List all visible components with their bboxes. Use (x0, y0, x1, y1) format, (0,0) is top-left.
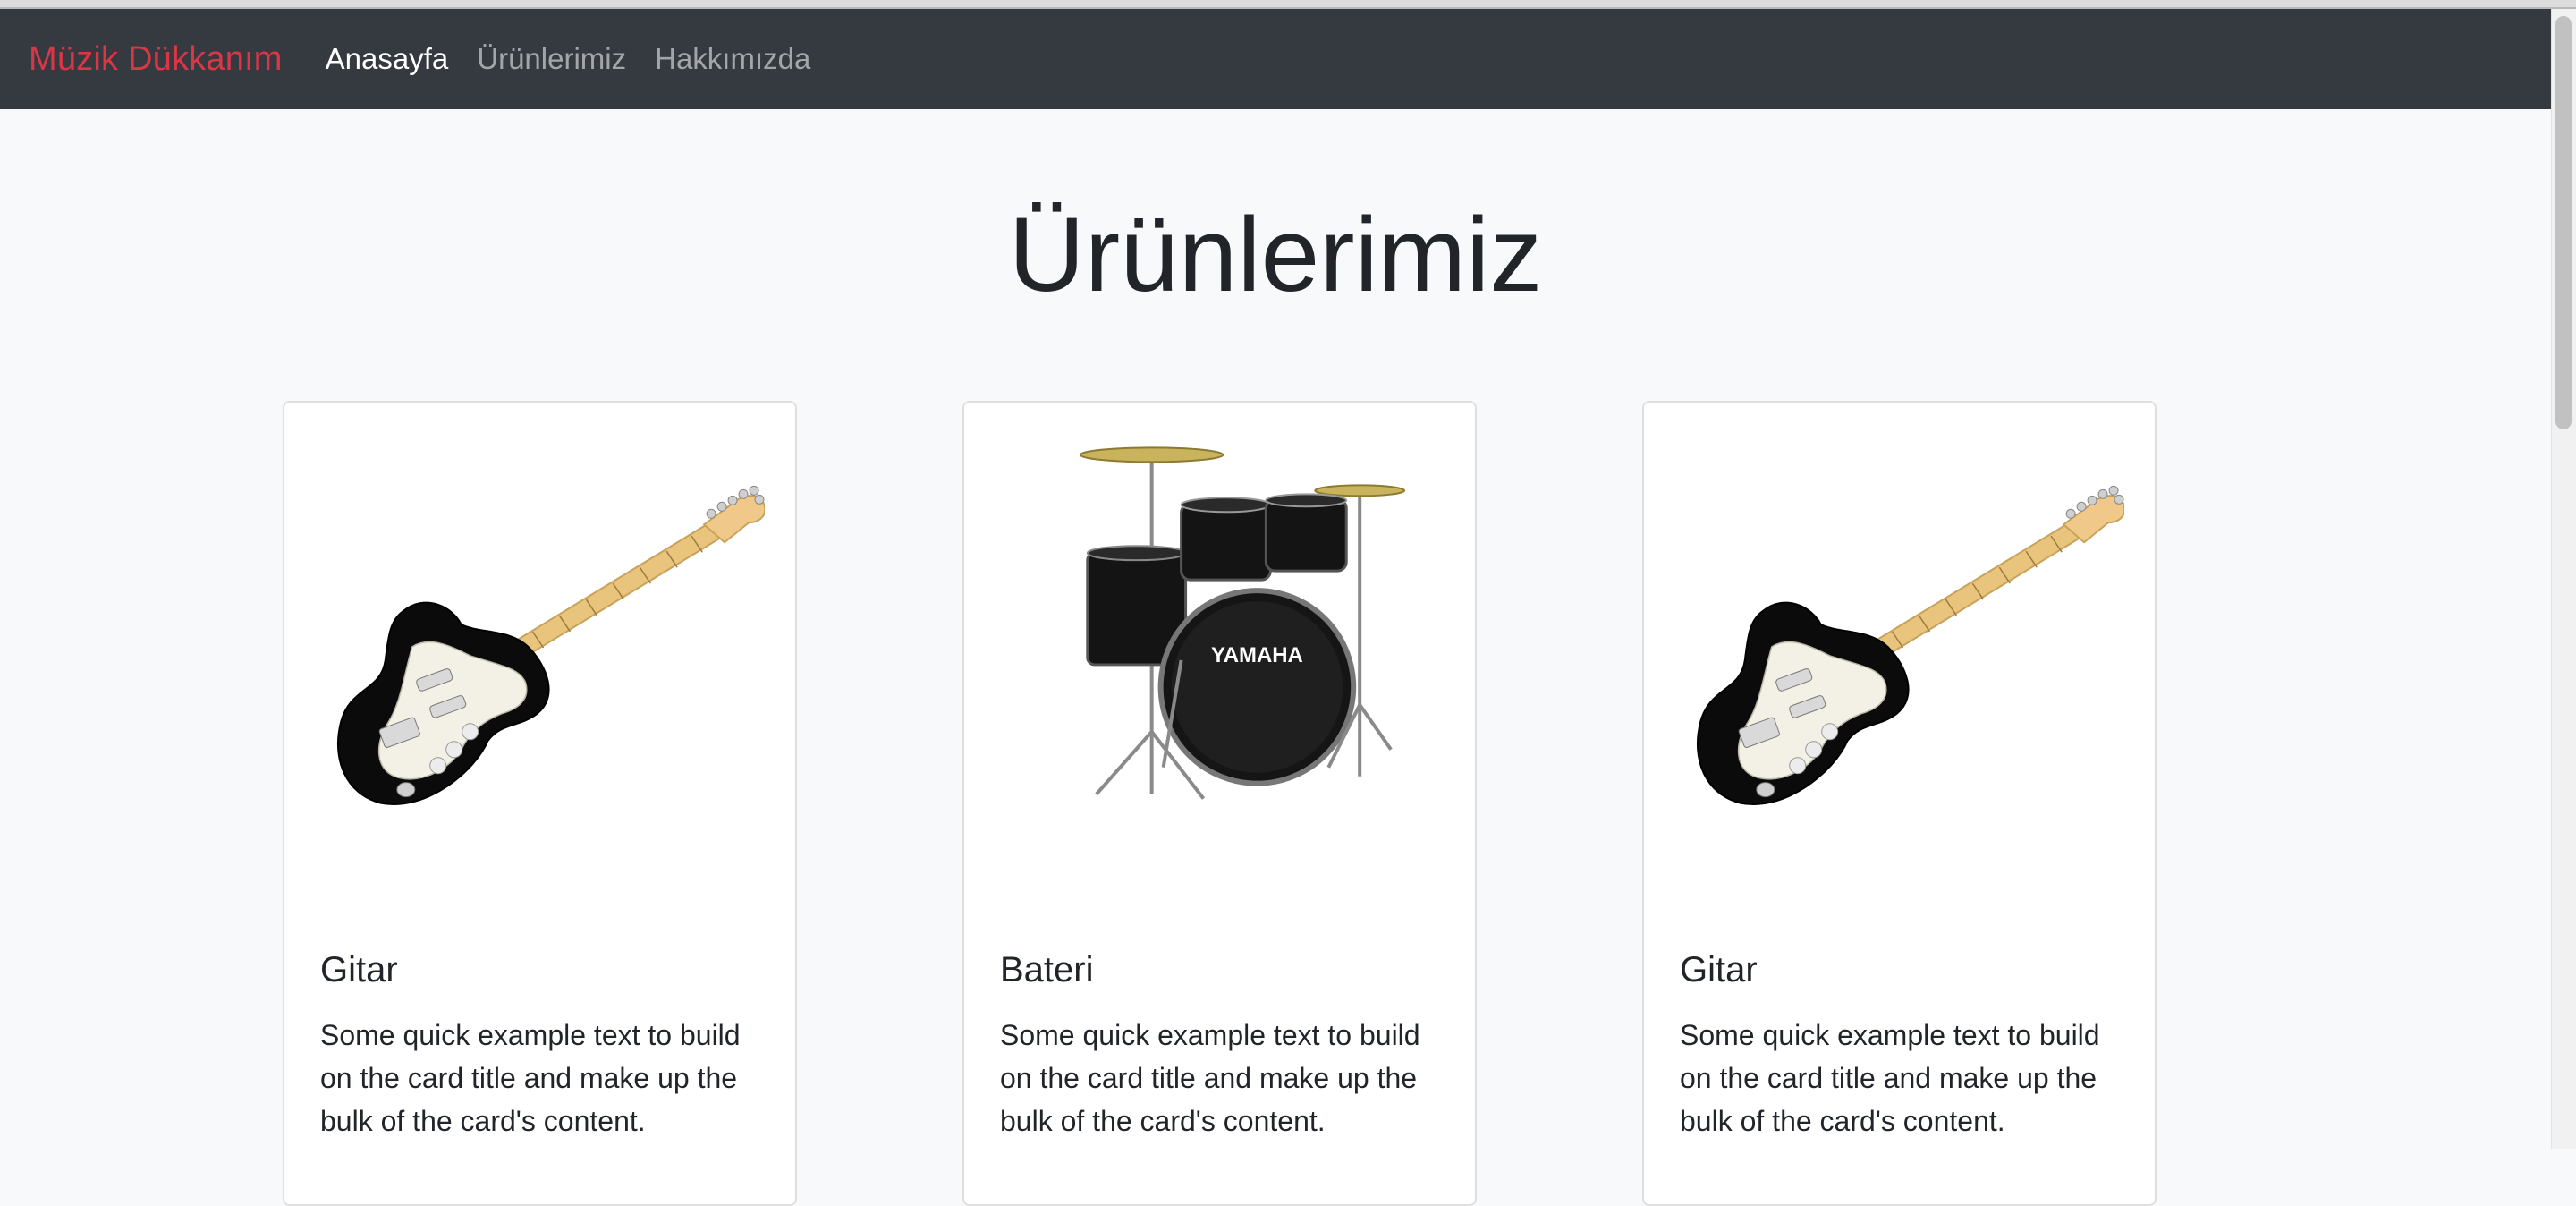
page-title: Ürünlerimiz (1008, 196, 1543, 314)
card-body: Gitar Some quick example text to build o… (1680, 948, 2131, 1142)
electric-guitar-image (1697, 485, 2124, 805)
brand-link[interactable]: Müzik Dükkanım (29, 40, 283, 79)
nav-link-anasayfa[interactable]: Anasayfa (326, 42, 449, 76)
product-card: Gitar Some quick example text to build o… (1642, 401, 2157, 1206)
card-text: Some quick example text to build on the … (320, 1019, 741, 1137)
product-card: Gitar Some quick example text to build o… (283, 401, 797, 1206)
card-body: Gitar Some quick example text to build o… (320, 948, 772, 1142)
product-card: YAMAHA Bateri Some quick example text to… (962, 401, 1477, 1206)
scrollbar-thumb[interactable] (2555, 16, 2572, 429)
browser-top-strip (0, 0, 2576, 9)
svg-text:YAMAHA: YAMAHA (1211, 643, 1303, 667)
card-text: Some quick example text to build on the … (1680, 1019, 2100, 1137)
card-text: Some quick example text to build on the … (1000, 1019, 1420, 1137)
drum-kit-image: YAMAHA (1079, 446, 1406, 800)
card-title: Bateri (1000, 950, 1094, 989)
card-title: Gitar (320, 950, 398, 989)
electric-guitar-image (337, 485, 765, 805)
nav-link-urunlerimiz[interactable]: Ürünlerimiz (477, 42, 626, 76)
card-body: Bateri Some quick example text to build … (1000, 948, 1452, 1142)
nav-link-hakkimizda[interactable]: Hakkımızda (655, 42, 810, 76)
card-title: Gitar (1680, 950, 1758, 989)
navbar: Müzik Dükkanım Anasayfa Ürünlerimiz Hakk… (0, 9, 2551, 109)
